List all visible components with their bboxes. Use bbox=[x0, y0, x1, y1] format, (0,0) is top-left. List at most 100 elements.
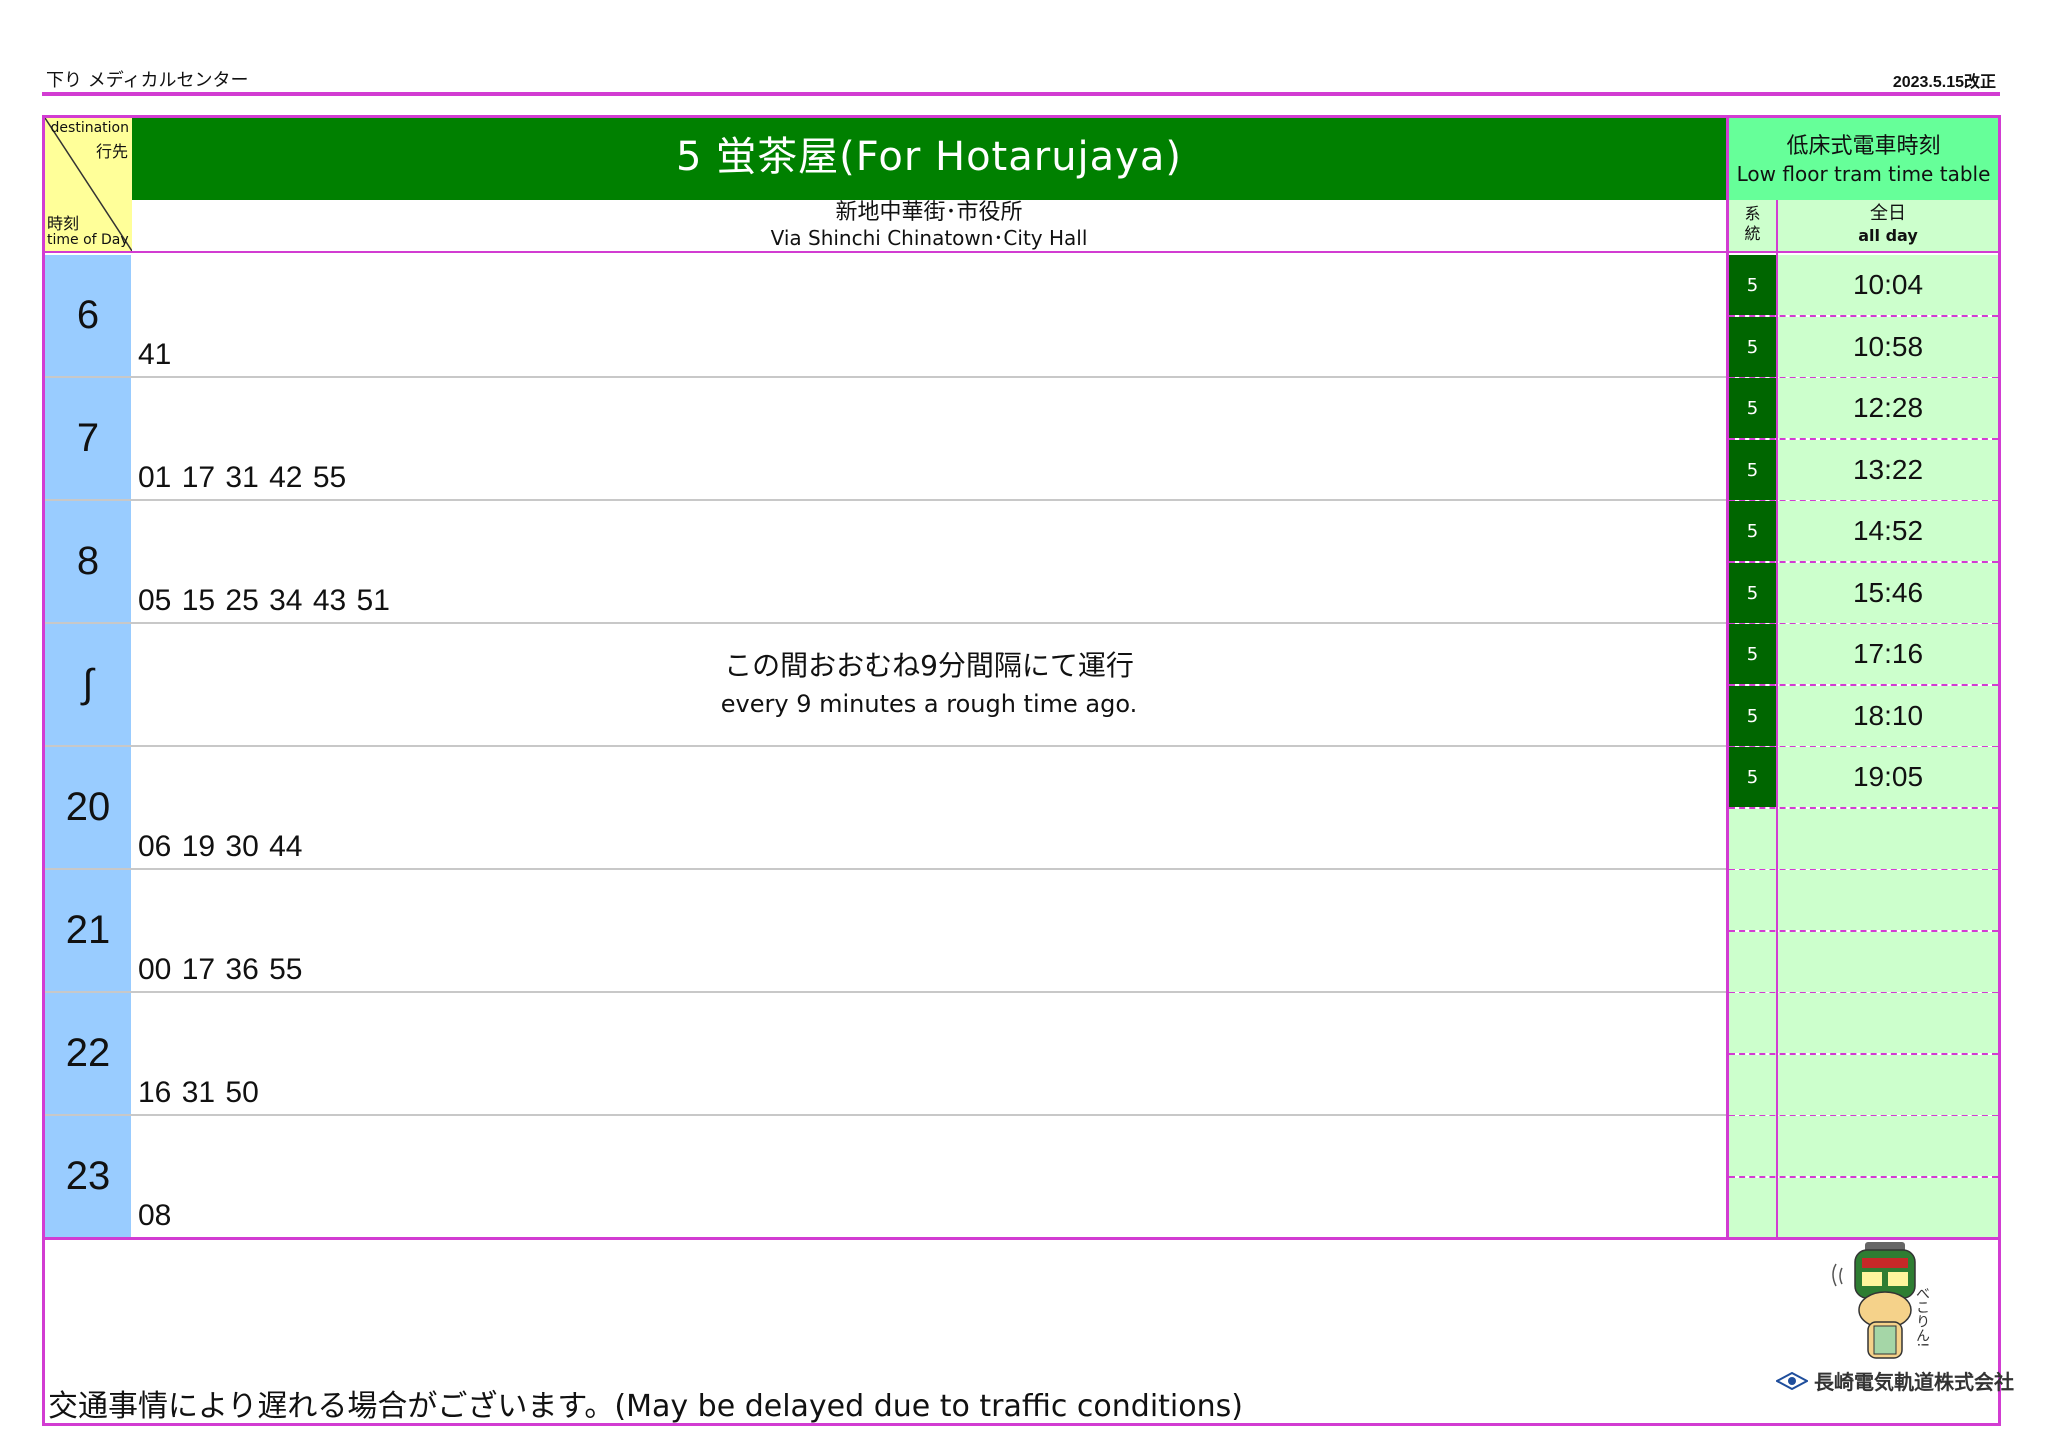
route-title: 5 蛍茶屋(For Hotarujaya) bbox=[676, 134, 1182, 180]
low-floor-route bbox=[1729, 993, 1776, 1053]
low-floor-row: 5 10:04 bbox=[1729, 255, 1998, 317]
low-floor-time: 10:58 bbox=[1778, 317, 1998, 377]
low-floor-row: 5 12:28 bbox=[1729, 378, 1998, 440]
low-floor-route: 5 bbox=[1729, 686, 1776, 746]
low-floor-route: 5 bbox=[1729, 378, 1776, 438]
low-floor-route: 5 bbox=[1729, 563, 1776, 623]
delay-notice: 交通事情により遅れる場合がございます。(May be delayed due t… bbox=[48, 1389, 1243, 1424]
corner-time-jp: 時刻 bbox=[47, 214, 80, 233]
low-floor-header: 低床式電車時刻 Low floor tram time table bbox=[1729, 118, 1998, 200]
low-floor-title-en: Low floor tram time table bbox=[1736, 162, 1991, 186]
interval-note-en: every 9 minutes a rough time ago. bbox=[720, 690, 1138, 718]
low-floor-time: 18:10 bbox=[1778, 686, 1998, 746]
low-floor-row bbox=[1729, 870, 1998, 932]
corner-destination-jp: 行先 bbox=[95, 142, 128, 161]
low-floor-row: 5 17:16 bbox=[1729, 624, 1998, 686]
minute-list: 41 bbox=[138, 338, 172, 371]
low-floor-route: 5 bbox=[1729, 317, 1776, 377]
low-floor-route bbox=[1729, 1055, 1776, 1115]
minute-cell: 41 bbox=[132, 255, 1726, 376]
low-floor-row bbox=[1729, 809, 1998, 871]
low-floor-time: 13:22 bbox=[1778, 440, 1998, 500]
hour-cell: 8 bbox=[45, 501, 131, 622]
low-floor-row: 5 10:58 bbox=[1729, 317, 1998, 379]
low-floor-allday-column-header: 全日 all day bbox=[1778, 200, 1998, 251]
interval-note-jp: この間おおむね9分間隔にて運行 bbox=[724, 649, 1134, 682]
low-floor-time bbox=[1778, 1178, 1998, 1237]
minute-cell: 05 15 25 34 43 51 bbox=[132, 501, 1726, 622]
low-floor-route bbox=[1729, 1178, 1776, 1237]
low-floor-time bbox=[1778, 1116, 1998, 1176]
low-floor-route: 5 bbox=[1729, 255, 1776, 315]
company-emblem-icon bbox=[1776, 1371, 1808, 1390]
low-floor-time: 19:05 bbox=[1778, 747, 1998, 807]
low-floor-route: 5 bbox=[1729, 747, 1776, 807]
low-floor-row: 5 19:05 bbox=[1729, 747, 1998, 809]
low-floor-row bbox=[1729, 993, 1998, 1055]
low-floor-time: 14:52 bbox=[1778, 501, 1998, 561]
hour-cell: 20 bbox=[45, 747, 131, 868]
low-floor-row: 5 13:22 bbox=[1729, 440, 1998, 502]
corner-time-en: time of Day bbox=[47, 232, 129, 248]
via-jp: 新地中華街･市役所 bbox=[835, 200, 1023, 225]
route-title-band: 5 蛍茶屋(For Hotarujaya) bbox=[132, 118, 1726, 200]
mascot-caption: べこりん! bbox=[1914, 1286, 1930, 1348]
low-floor-row bbox=[1729, 1116, 1998, 1178]
company-name: 長崎電気軌道株式会社 bbox=[1814, 1370, 2014, 1394]
footer-separator bbox=[45, 1237, 1998, 1240]
low-floor-time: 10:04 bbox=[1778, 255, 1998, 315]
minute-cell: 06 19 30 44 bbox=[132, 747, 1726, 868]
minute-list: 00 17 36 55 bbox=[138, 953, 303, 986]
minute-list: 08 bbox=[138, 1199, 172, 1232]
low-floor-time: 17:16 bbox=[1778, 624, 1998, 684]
low-floor-time bbox=[1778, 993, 1998, 1053]
low-floor-route bbox=[1729, 809, 1776, 869]
revision-date: 2023.5.15改正 bbox=[1892, 74, 1996, 91]
low-floor-row bbox=[1729, 1055, 1998, 1117]
low-floor-time: 15:46 bbox=[1778, 563, 1998, 623]
low-floor-route-column-header: 系統 bbox=[1729, 200, 1776, 251]
hour-cell: 23 bbox=[45, 1116, 131, 1237]
interval-note-cell: この間おおむね9分間隔にて運行 every 9 minutes a rough … bbox=[132, 624, 1726, 745]
corner-header-cell: destination 行先 時刻 time of Day bbox=[45, 118, 132, 251]
low-floor-route: 5 bbox=[1729, 440, 1776, 500]
low-floor-time bbox=[1778, 932, 1998, 992]
low-floor-route: 5 bbox=[1729, 501, 1776, 561]
low-floor-route: 5 bbox=[1729, 624, 1776, 684]
low-floor-title-jp: 低床式電車時刻 bbox=[1786, 134, 1941, 159]
low-floor-row bbox=[1729, 1178, 1998, 1237]
minute-cell: 08 bbox=[132, 1116, 1726, 1237]
low-floor-row: 5 18:10 bbox=[1729, 686, 1998, 748]
hour-cell: ∫ bbox=[45, 624, 131, 745]
low-floor-allday-jp: 全日 bbox=[1870, 203, 1906, 224]
minute-list: 05 15 25 34 43 51 bbox=[138, 584, 390, 617]
minute-list: 16 31 50 bbox=[138, 1076, 259, 1109]
low-floor-row bbox=[1729, 932, 1998, 994]
low-floor-time bbox=[1778, 870, 1998, 930]
hour-cell: 6 bbox=[45, 255, 131, 376]
low-floor-row: 5 14:52 bbox=[1729, 501, 1998, 563]
direction-label: 下り メディカルセンター bbox=[46, 70, 249, 91]
corner-destination-en: destination bbox=[50, 120, 129, 136]
minute-cell: 01 17 31 42 55 bbox=[132, 378, 1726, 499]
via-band: 新地中華街･市役所 Via Shinchi Chinatown･City Hal… bbox=[132, 200, 1726, 251]
company-logo: 長崎電気軌道株式会社 bbox=[1776, 1366, 2014, 1395]
minute-list: 01 17 31 42 55 bbox=[138, 461, 347, 494]
minute-cell: 16 31 50 bbox=[132, 993, 1726, 1114]
hour-cell: 7 bbox=[45, 378, 131, 499]
low-floor-route bbox=[1729, 932, 1776, 992]
hour-cell: 22 bbox=[45, 993, 131, 1114]
low-floor-row: 5 15:46 bbox=[1729, 563, 1998, 625]
mascot-image: べこりん! bbox=[1830, 1238, 1940, 1372]
low-floor-time bbox=[1778, 809, 1998, 869]
low-floor-route bbox=[1729, 870, 1776, 930]
low-floor-allday-en: all day bbox=[1858, 226, 1918, 245]
via-en: Via Shinchi Chinatown･City Hall bbox=[770, 226, 1088, 250]
interval-note: この間おおむね9分間隔にて運行 every 9 minutes a rough … bbox=[132, 624, 1726, 718]
low-floor-time bbox=[1778, 1055, 1998, 1115]
minute-cell: 00 17 36 55 bbox=[132, 870, 1726, 991]
low-floor-time: 12:28 bbox=[1778, 378, 1998, 438]
hour-cell: 21 bbox=[45, 870, 131, 991]
low-floor-route bbox=[1729, 1116, 1776, 1176]
top-rule bbox=[42, 92, 2000, 96]
